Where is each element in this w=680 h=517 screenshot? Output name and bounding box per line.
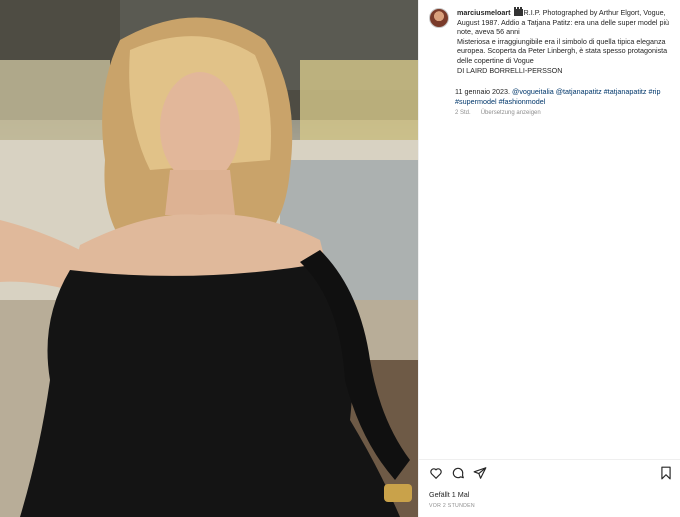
likes-count[interactable]: Gefällt 1 Mal — [429, 490, 469, 499]
clapperboard-icon — [513, 7, 523, 16]
post-timestamp: VOR 2 STUNDEN — [429, 503, 475, 509]
hashtag-tatjanapatitz[interactable]: #tatjanapatitz — [604, 87, 647, 96]
comment-icon[interactable] — [451, 466, 465, 480]
heart-icon[interactable] — [429, 466, 443, 480]
translate-link[interactable]: Übersetzung anzeigen — [481, 110, 541, 116]
hashtag-supermodel[interactable]: #supermodel — [455, 97, 497, 106]
divider — [419, 459, 680, 460]
bookmark-icon[interactable] — [659, 466, 673, 480]
caption-date: 11 gennaio 2023. — [455, 87, 513, 96]
post-side-panel: marciusmeloart R.I.P. Photographed by Ar… — [418, 0, 680, 517]
post-age: 2 Std. — [455, 110, 471, 116]
caption: marciusmeloart R.I.P. Photographed by Ar… — [457, 7, 673, 75]
share-icon[interactable] — [473, 466, 487, 480]
caption-hashtags: 11 gennaio 2023. @vogueitalia @tatjanapa… — [455, 87, 677, 106]
caption-meta: 2 Std. Übersetzung anzeigen — [455, 110, 541, 116]
caption-line-2: Misteriosa e irraggiungibile era il simb… — [457, 36, 668, 65]
instagram-post: marciusmeloart R.I.P. Photographed by Ar… — [0, 0, 680, 517]
caption-line-3: DI LAIRD BORRELLI-PERSSON — [457, 65, 563, 75]
username-link[interactable]: marciusmeloart — [457, 8, 511, 17]
caption-row: marciusmeloart R.I.P. Photographed by Ar… — [429, 7, 673, 75]
mention-tatjanapatitz[interactable]: @tatjanapatitz — [556, 87, 602, 96]
hashtag-fashionmodel[interactable]: #fashionmodel — [499, 97, 546, 106]
hashtag-rip[interactable]: #rip — [649, 87, 661, 96]
action-bar — [429, 466, 673, 482]
photo-illustration — [0, 0, 418, 517]
post-photo[interactable] — [0, 0, 418, 517]
mention-vogueitalia[interactable]: @vogueitalia — [512, 87, 554, 96]
avatar[interactable] — [429, 8, 449, 28]
